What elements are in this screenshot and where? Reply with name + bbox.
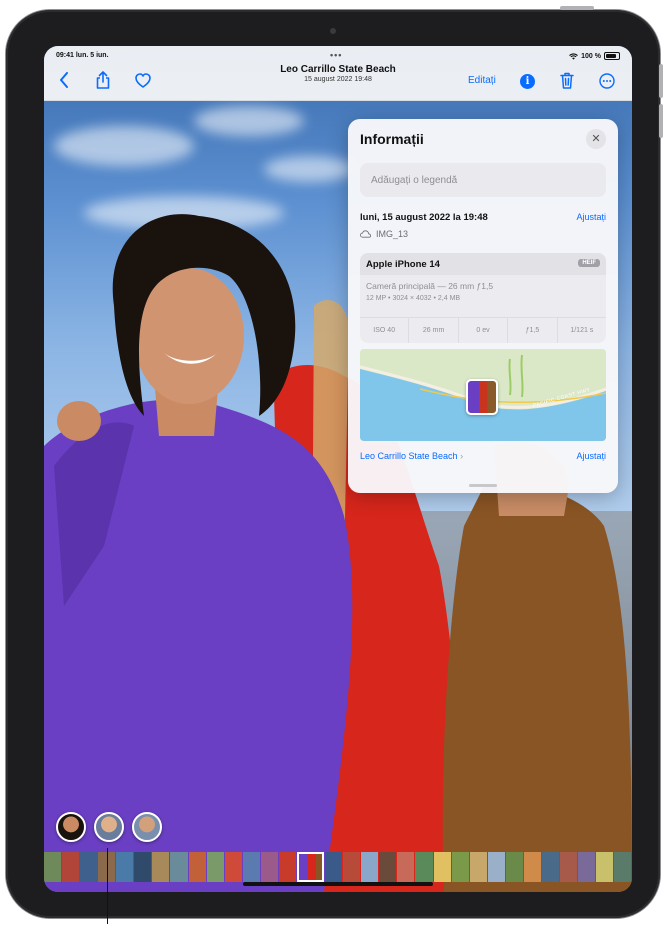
front-camera (330, 28, 336, 34)
photo-thumbnail[interactable] (578, 852, 596, 882)
spec-exposure-bias: 0 ev (459, 318, 509, 343)
volume-down-button (659, 104, 663, 138)
spec-focal-length: 26 mm (409, 318, 459, 343)
thumbnail-strip[interactable] (44, 852, 632, 882)
home-indicator[interactable] (243, 882, 433, 886)
resolution-info: 12 MP • 3024 × 4032 • 2,4 MB (366, 295, 461, 302)
adjust-date-button[interactable]: Ajustați (576, 212, 606, 222)
photo-thumbnail[interactable] (116, 852, 134, 882)
panel-resize-grabber[interactable] (469, 484, 497, 487)
photo-thumbnail[interactable] (44, 852, 62, 882)
photo-thumbnail[interactable] (62, 852, 80, 882)
person-avatar[interactable] (56, 812, 86, 842)
photo-thumbnail[interactable] (397, 852, 415, 882)
photo-thumbnail[interactable] (487, 852, 505, 882)
volume-up-button (659, 64, 663, 98)
spec-shutter-speed: 1/121 s (570, 327, 594, 334)
map-photo-pin[interactable] (466, 379, 498, 415)
location-link[interactable]: Leo Carrillo State Beach › (360, 451, 463, 461)
device-model: Apple iPhone 14 (366, 259, 440, 270)
photo-thumbnail[interactable] (170, 852, 188, 882)
close-icon[interactable]: ✕ (586, 129, 606, 149)
photo-thumbnail[interactable] (343, 852, 361, 882)
location-map[interactable]: PACIFIC COAST HWY (360, 349, 606, 441)
status-time: 09:41 lun. 5 iun. (56, 52, 109, 59)
caption-input[interactable] (360, 163, 606, 197)
photo-thumbnail[interactable] (451, 852, 469, 882)
photo-thumbnail[interactable] (415, 852, 433, 882)
top-button (560, 6, 594, 10)
icloud-icon (360, 230, 371, 238)
photo-thumbnail[interactable] (80, 852, 98, 882)
photo-thumbnail[interactable] (379, 852, 397, 882)
photo-thumbnail[interactable] (242, 852, 260, 882)
nav-title-block: Leo Carrillo State Beach 15 august 2022 … (44, 64, 632, 83)
photo-thumbnail[interactable] (596, 852, 614, 882)
photo-thumbnail[interactable] (433, 852, 451, 882)
spec-iso: ISO 40 (360, 318, 410, 343)
camera-info-box: Apple iPhone 14 HEIF Cameră principală —… (360, 253, 606, 343)
photo-thumbnail[interactable] (614, 852, 632, 882)
trash-icon[interactable] (558, 72, 576, 95)
photo-thumbnail[interactable] (361, 852, 379, 882)
top-navigation-bar: 09:41 lun. 5 iun. ••• 100 % Leo Carrillo… (44, 46, 632, 101)
photo-thumbnail[interactable] (523, 852, 541, 882)
status-right: 100 % (569, 52, 620, 60)
caption-field[interactable] (360, 163, 606, 197)
multitasking-dots[interactable]: ••• (330, 50, 342, 60)
file-name: IMG_13 (376, 229, 409, 239)
wifi-icon (569, 52, 579, 60)
photo-thumbnail[interactable] (469, 852, 487, 882)
chevron-right-icon: › (460, 451, 464, 461)
person-avatar[interactable] (132, 812, 162, 842)
battery-percent: 100 % (581, 52, 601, 60)
file-name-row: IMG_13 (360, 229, 408, 239)
info-panel: Informații ✕ luni, 15 august 2022 la 19:… (348, 119, 618, 493)
edit-button[interactable]: Editați (468, 75, 496, 86)
photo-thumbnail-selected[interactable] (296, 852, 325, 882)
exif-specs-row: ISO 40 26 mm 0 ev ƒ1,5 1/121 s (360, 317, 606, 343)
photo-thumbnail[interactable] (325, 852, 343, 882)
location-name: Leo Carrillo State Beach (360, 451, 458, 461)
photo-date-subtitle: 15 august 2022 19:48 (304, 76, 372, 83)
callout-line (107, 848, 108, 924)
info-panel-title: Informații (360, 131, 424, 147)
status-bar: 09:41 lun. 5 iun. ••• 100 % (56, 50, 620, 64)
battery-icon (604, 52, 620, 60)
format-badge: HEIF (578, 259, 600, 267)
photo-location-title: Leo Carrillo State Beach (280, 64, 396, 75)
lens-info: Cameră principală — 26 mm ƒ1,5 (366, 281, 494, 291)
person-avatar[interactable] (94, 812, 124, 842)
date-time-value: luni, 15 august 2022 la 19:48 (360, 212, 488, 223)
photo-thumbnail[interactable] (152, 852, 170, 882)
screen: 09:41 lun. 5 iun. ••• 100 % Leo Carrillo… (44, 46, 632, 892)
photo-thumbnail[interactable] (541, 852, 559, 882)
info-icon[interactable]: i (520, 74, 535, 89)
photo-thumbnail[interactable] (206, 852, 224, 882)
more-icon[interactable] (598, 73, 616, 95)
photo-thumbnail[interactable] (134, 852, 152, 882)
camera-info-header: Apple iPhone 14 HEIF (360, 253, 606, 275)
photo-thumbnail[interactable] (559, 852, 578, 882)
photo-thumbnail[interactable] (224, 852, 242, 882)
spec-aperture: ƒ1,5 (508, 318, 558, 343)
photo-thumbnail[interactable] (278, 852, 296, 882)
photo-thumbnail[interactable] (188, 852, 206, 882)
date-time-row: luni, 15 august 2022 la 19:48 Ajustați (360, 212, 606, 223)
photo-thumbnail[interactable] (260, 852, 278, 882)
adjust-location-button[interactable]: Ajustați (576, 451, 606, 461)
photo-thumbnail[interactable] (505, 852, 523, 882)
